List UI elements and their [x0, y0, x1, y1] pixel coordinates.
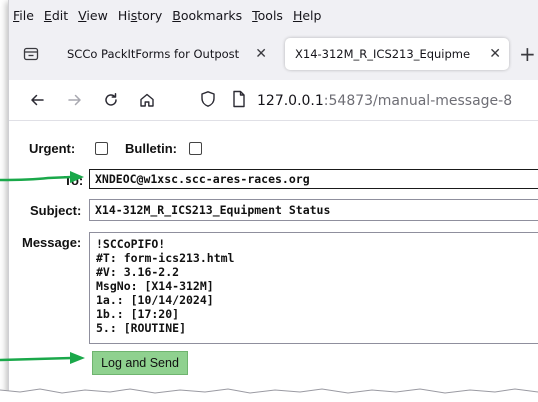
tab-packitforms[interactable]: SCCo PackItForms for Outpost (Publ ✕: [53, 38, 275, 70]
close-tab-icon[interactable]: ✕: [489, 46, 501, 62]
subject-field[interactable]: X14-312M_R_ICS213_Equipment Status: [89, 199, 538, 221]
log-and-send-button[interactable]: Log and Send: [92, 351, 188, 375]
forward-arrow-icon[interactable]: [61, 86, 89, 114]
url-host: 127.0.0.1: [257, 93, 324, 109]
annotation-arrow-send-button: [0, 352, 85, 364]
to-field-value: XNDEOC@w1xsc.scc-ares-races.org: [95, 172, 310, 186]
menu-history[interactable]: History: [118, 8, 162, 23]
browser-window: File Edit View History Bookmarks Tools H…: [8, 0, 538, 396]
url-bar[interactable]: 127.0.0.1:54873/manual-message-8: [257, 89, 535, 113]
tracking-shield-icon[interactable]: [199, 90, 217, 112]
navigation-bar: 127.0.0.1:54873/manual-message-8: [9, 80, 538, 121]
subject-field-value: X14-312M_R_ICS213_Equipment Status: [95, 203, 331, 217]
menu-edit[interactable]: Edit: [44, 8, 68, 23]
menu-file[interactable]: File: [13, 8, 34, 23]
bulletin-label: Bulletin:: [125, 141, 177, 156]
urgent-label: Urgent:: [29, 141, 76, 156]
menu-bar: File Edit View History Bookmarks Tools H…: [9, 0, 538, 30]
message-textarea[interactable]: !SCCoPIFO! #T: form-ics213.html #V: 3.16…: [89, 232, 538, 344]
tab-title: X14-312M_R_ICS213_Equipment Sta: [295, 47, 471, 61]
new-tab-button[interactable]: +: [519, 42, 536, 66]
menu-help[interactable]: Help: [293, 8, 322, 23]
bulletin-checkbox[interactable]: [189, 142, 202, 155]
reload-icon[interactable]: [97, 86, 125, 114]
message-label: Message:: [22, 235, 82, 250]
home-icon[interactable]: [133, 86, 161, 114]
menu-tools[interactable]: Tools: [252, 8, 283, 23]
urgent-checkbox[interactable]: [95, 142, 108, 155]
tab-strip: SCCo PackItForms for Outpost (Publ ✕ X14…: [9, 30, 538, 80]
page-info-icon[interactable]: [231, 90, 247, 112]
list-all-tabs-icon[interactable]: [19, 42, 43, 66]
menu-view[interactable]: View: [78, 8, 108, 23]
tab-ics213-equipment-status[interactable]: X14-312M_R_ICS213_Equipment Sta ✕: [285, 38, 509, 70]
torn-edge-decoration: [0, 388, 538, 402]
menu-bookmarks[interactable]: Bookmarks: [172, 8, 242, 23]
subject-label: Subject:: [30, 203, 82, 218]
url-path: :54873/manual-message-8: [323, 93, 513, 109]
annotation-arrow-to-field: [0, 171, 84, 183]
close-tab-icon[interactable]: ✕: [255, 46, 267, 62]
back-arrow-icon[interactable]: [23, 86, 51, 114]
tab-title: SCCo PackItForms for Outpost (Publ: [67, 47, 239, 61]
to-field[interactable]: XNDEOC@w1xsc.scc-ares-races.org: [89, 169, 538, 189]
